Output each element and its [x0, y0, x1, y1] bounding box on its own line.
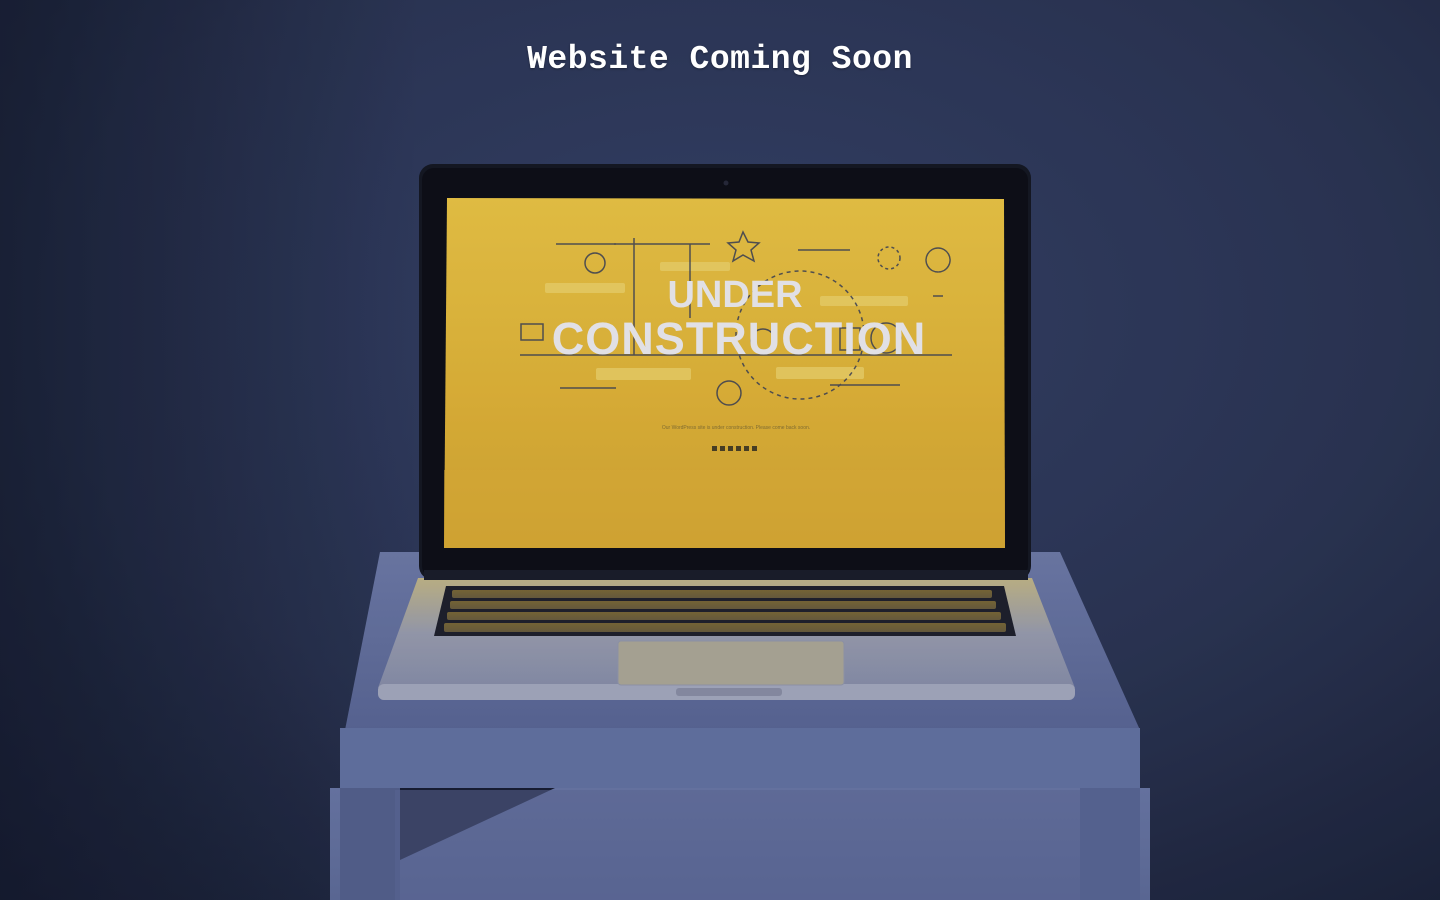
laptop-photo: UNDER CONSTRUCTION Our WordPress site is…: [0, 0, 1440, 900]
coming-soon-page: Website Coming Soon UNDER CONSTRUCTION O…: [0, 0, 1440, 900]
page-title: Website Coming Soon: [527, 41, 913, 79]
